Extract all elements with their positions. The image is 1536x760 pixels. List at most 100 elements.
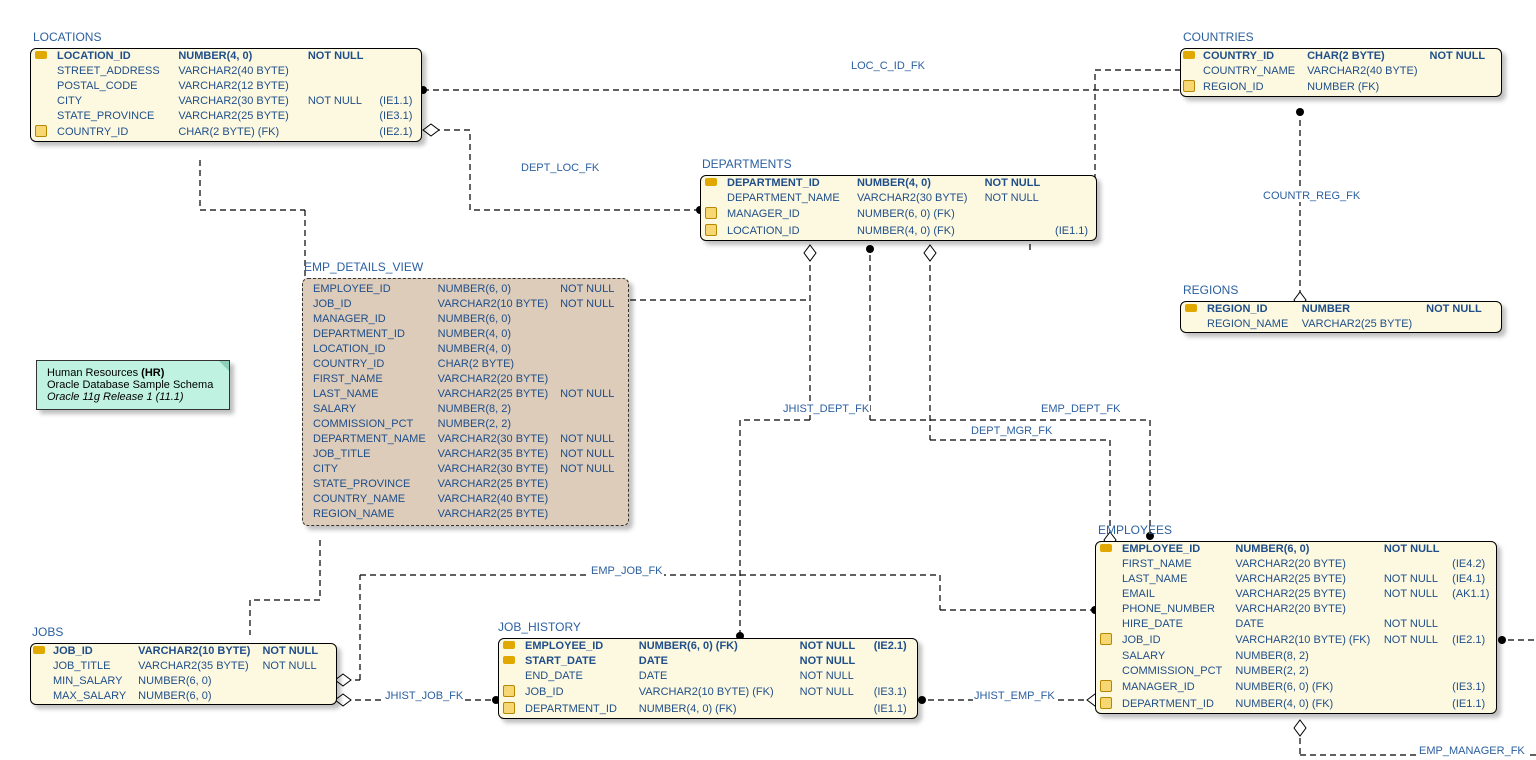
col-name: JOB_TITLE (307, 447, 432, 462)
col-name: LAST_NAME (1116, 572, 1229, 587)
col-type: VARCHAR2(30 BYTE) (432, 432, 554, 447)
col-type: VARCHAR2(10 BYTE) (FK) (1229, 632, 1377, 649)
col-index (1489, 302, 1501, 317)
col-name: MIN_SALARY (47, 674, 132, 689)
entity-jobs[interactable]: JOB_ID VARCHAR2(10 BYTE) NOT NULL JOB_TI… (30, 643, 337, 705)
col-constraint: NOT NULL (1424, 49, 1492, 64)
column-row: JOB_ID VARCHAR2(10 BYTE) NOT NULL (31, 644, 336, 659)
col-type: VARCHAR2(20 BYTE) (1229, 557, 1377, 572)
col-constraint (256, 689, 324, 704)
column-row: HIRE_DATE DATE NOT NULL (1096, 617, 1496, 632)
fk-label: JHIST_EMP_FK (973, 690, 1056, 702)
column-row: COUNTRY_ID CHAR(2 BYTE) (FK) (IE2.1) (31, 124, 421, 141)
lock-icon (503, 702, 515, 714)
key-icon (33, 646, 45, 654)
key-icon (503, 641, 515, 649)
column-row: DEPARTMENT_ID NUMBER(4, 0) NOT NULL (701, 176, 1096, 191)
col-constraint: NOT NULL (1378, 587, 1446, 602)
col-constraint (1424, 79, 1492, 96)
col-name: FIRST_NAME (1116, 557, 1229, 572)
column-row: LOCATION_ID NUMBER(4, 0) (FK) (IE1.1) (701, 223, 1096, 240)
col-constraint (1378, 679, 1446, 696)
key-icon (35, 51, 47, 59)
col-type: NUMBER(4, 0) (432, 327, 554, 342)
fk-label: LOC_C_ID_FK (850, 60, 926, 72)
entity-regions[interactable]: REGION_ID NUMBER NOT NULL REGION_NAME VA… (1180, 301, 1502, 333)
col-constraint (256, 674, 324, 689)
column-row: LAST_NAME VARCHAR2(25 BYTE) NOT NULL (303, 387, 632, 402)
col-index (373, 64, 421, 79)
column-row: EMPLOYEE_ID NUMBER(6, 0) NOT NULL (303, 282, 632, 297)
col-constraint (302, 64, 374, 79)
column-row: DEPARTMENT_ID NUMBER(4, 0) (FK) (IE1.1) (1096, 696, 1496, 713)
col-type: VARCHAR2(10 BYTE) (132, 644, 256, 659)
col-constraint (554, 312, 620, 327)
col-constraint (554, 492, 620, 507)
col-constraint: NOT NULL (794, 669, 868, 684)
col-type: VARCHAR2(30 BYTE) (172, 94, 302, 109)
column-row: EMPLOYEE_ID NUMBER(6, 0) (FK) NOT NULL (… (499, 639, 917, 654)
col-index (620, 462, 632, 477)
col-constraint: NOT NULL (554, 387, 620, 402)
col-name: LAST_NAME (307, 387, 432, 402)
entity-countries[interactable]: COUNTRY_ID CHAR(2 BYTE) NOT NULL COUNTRY… (1180, 48, 1502, 97)
col-constraint: NOT NULL (554, 462, 620, 477)
col-name: MANAGER_ID (1116, 679, 1229, 696)
col-constraint (554, 507, 620, 522)
col-type: CHAR(2 BYTE) (FK) (172, 124, 302, 141)
col-type: VARCHAR2(25 BYTE) (1296, 317, 1420, 332)
col-type: VARCHAR2(40 BYTE) (1301, 64, 1423, 79)
entity-job-history[interactable]: EMPLOYEE_ID NUMBER(6, 0) (FK) NOT NULL (… (498, 638, 918, 719)
col-index: (IE1.1) (1446, 696, 1496, 713)
col-index: (IE3.1) (373, 109, 421, 124)
column-row: DEPARTMENT_NAME VARCHAR2(30 BYTE) NOT NU… (303, 432, 632, 447)
title-regions: REGIONS (1183, 283, 1238, 297)
col-type: VARCHAR2(10 BYTE) (FK) (633, 684, 794, 701)
column-row: STREET_ADDRESS VARCHAR2(40 BYTE) (31, 64, 421, 79)
note-hr-bold: (HR) (141, 367, 164, 379)
col-constraint: NOT NULL (256, 644, 324, 659)
col-type: NUMBER (1296, 302, 1420, 317)
fk-label: DEPT_MGR_FK (970, 425, 1053, 437)
col-name: REGION_NAME (1201, 317, 1296, 332)
col-type: DATE (1229, 617, 1377, 632)
col-index: (IE1.1) (868, 701, 917, 718)
col-constraint (554, 372, 620, 387)
col-index (324, 689, 336, 704)
col-type: VARCHAR2(20 BYTE) (432, 372, 554, 387)
col-name: JOB_ID (519, 684, 633, 701)
fk-label: JHIST_JOB_FK (384, 690, 464, 702)
col-name: DEPARTMENT_NAME (307, 432, 432, 447)
entity-emp-details-view[interactable]: EMPLOYEE_ID NUMBER(6, 0) NOT NULL JOB_ID… (302, 278, 629, 526)
col-index (620, 447, 632, 462)
col-type: VARCHAR2(30 BYTE) (432, 462, 554, 477)
col-name: PHONE_NUMBER (1116, 602, 1229, 617)
entity-employees[interactable]: EMPLOYEE_ID NUMBER(6, 0) NOT NULL FIRST_… (1095, 541, 1497, 714)
column-row: COUNTRY_ID CHAR(2 BYTE) (303, 357, 632, 372)
column-row: MANAGER_ID NUMBER(6, 0) (FK) (701, 206, 1096, 223)
key-icon (1100, 544, 1112, 552)
col-name: LOCATION_ID (721, 223, 851, 240)
column-row: MANAGER_ID NUMBER(6, 0) (303, 312, 632, 327)
col-type: NUMBER(8, 2) (1229, 649, 1377, 664)
col-constraint: NOT NULL (554, 432, 620, 447)
col-constraint (1378, 649, 1446, 664)
column-row: COMMISSION_PCT NUMBER(2, 2) (1096, 664, 1496, 679)
col-constraint (1378, 664, 1446, 679)
col-type: NUMBER(6, 0) (432, 282, 554, 297)
column-row: LOCATION_ID NUMBER(4, 0) NOT NULL (31, 49, 421, 64)
lock-icon (705, 207, 717, 219)
entity-departments[interactable]: DEPARTMENT_ID NUMBER(4, 0) NOT NULL DEPA… (700, 175, 1097, 241)
column-row: MIN_SALARY NUMBER(6, 0) (31, 674, 336, 689)
col-name: CITY (51, 94, 172, 109)
column-row: COUNTRY_ID CHAR(2 BYTE) NOT NULL (1181, 49, 1503, 64)
col-index: (IE1.1) (373, 94, 421, 109)
entity-locations[interactable]: LOCATION_ID NUMBER(4, 0) NOT NULL STREET… (30, 48, 422, 142)
column-row: PHONE_NUMBER VARCHAR2(20 BYTE) (1096, 602, 1496, 617)
col-type: VARCHAR2(10 BYTE) (432, 297, 554, 312)
col-name: REGION_ID (1201, 302, 1296, 317)
col-constraint (979, 206, 1049, 223)
column-row: JOB_ID VARCHAR2(10 BYTE) (FK) NOT NULL (… (499, 684, 917, 701)
lock-icon (503, 685, 515, 697)
col-constraint: NOT NULL (794, 684, 868, 701)
